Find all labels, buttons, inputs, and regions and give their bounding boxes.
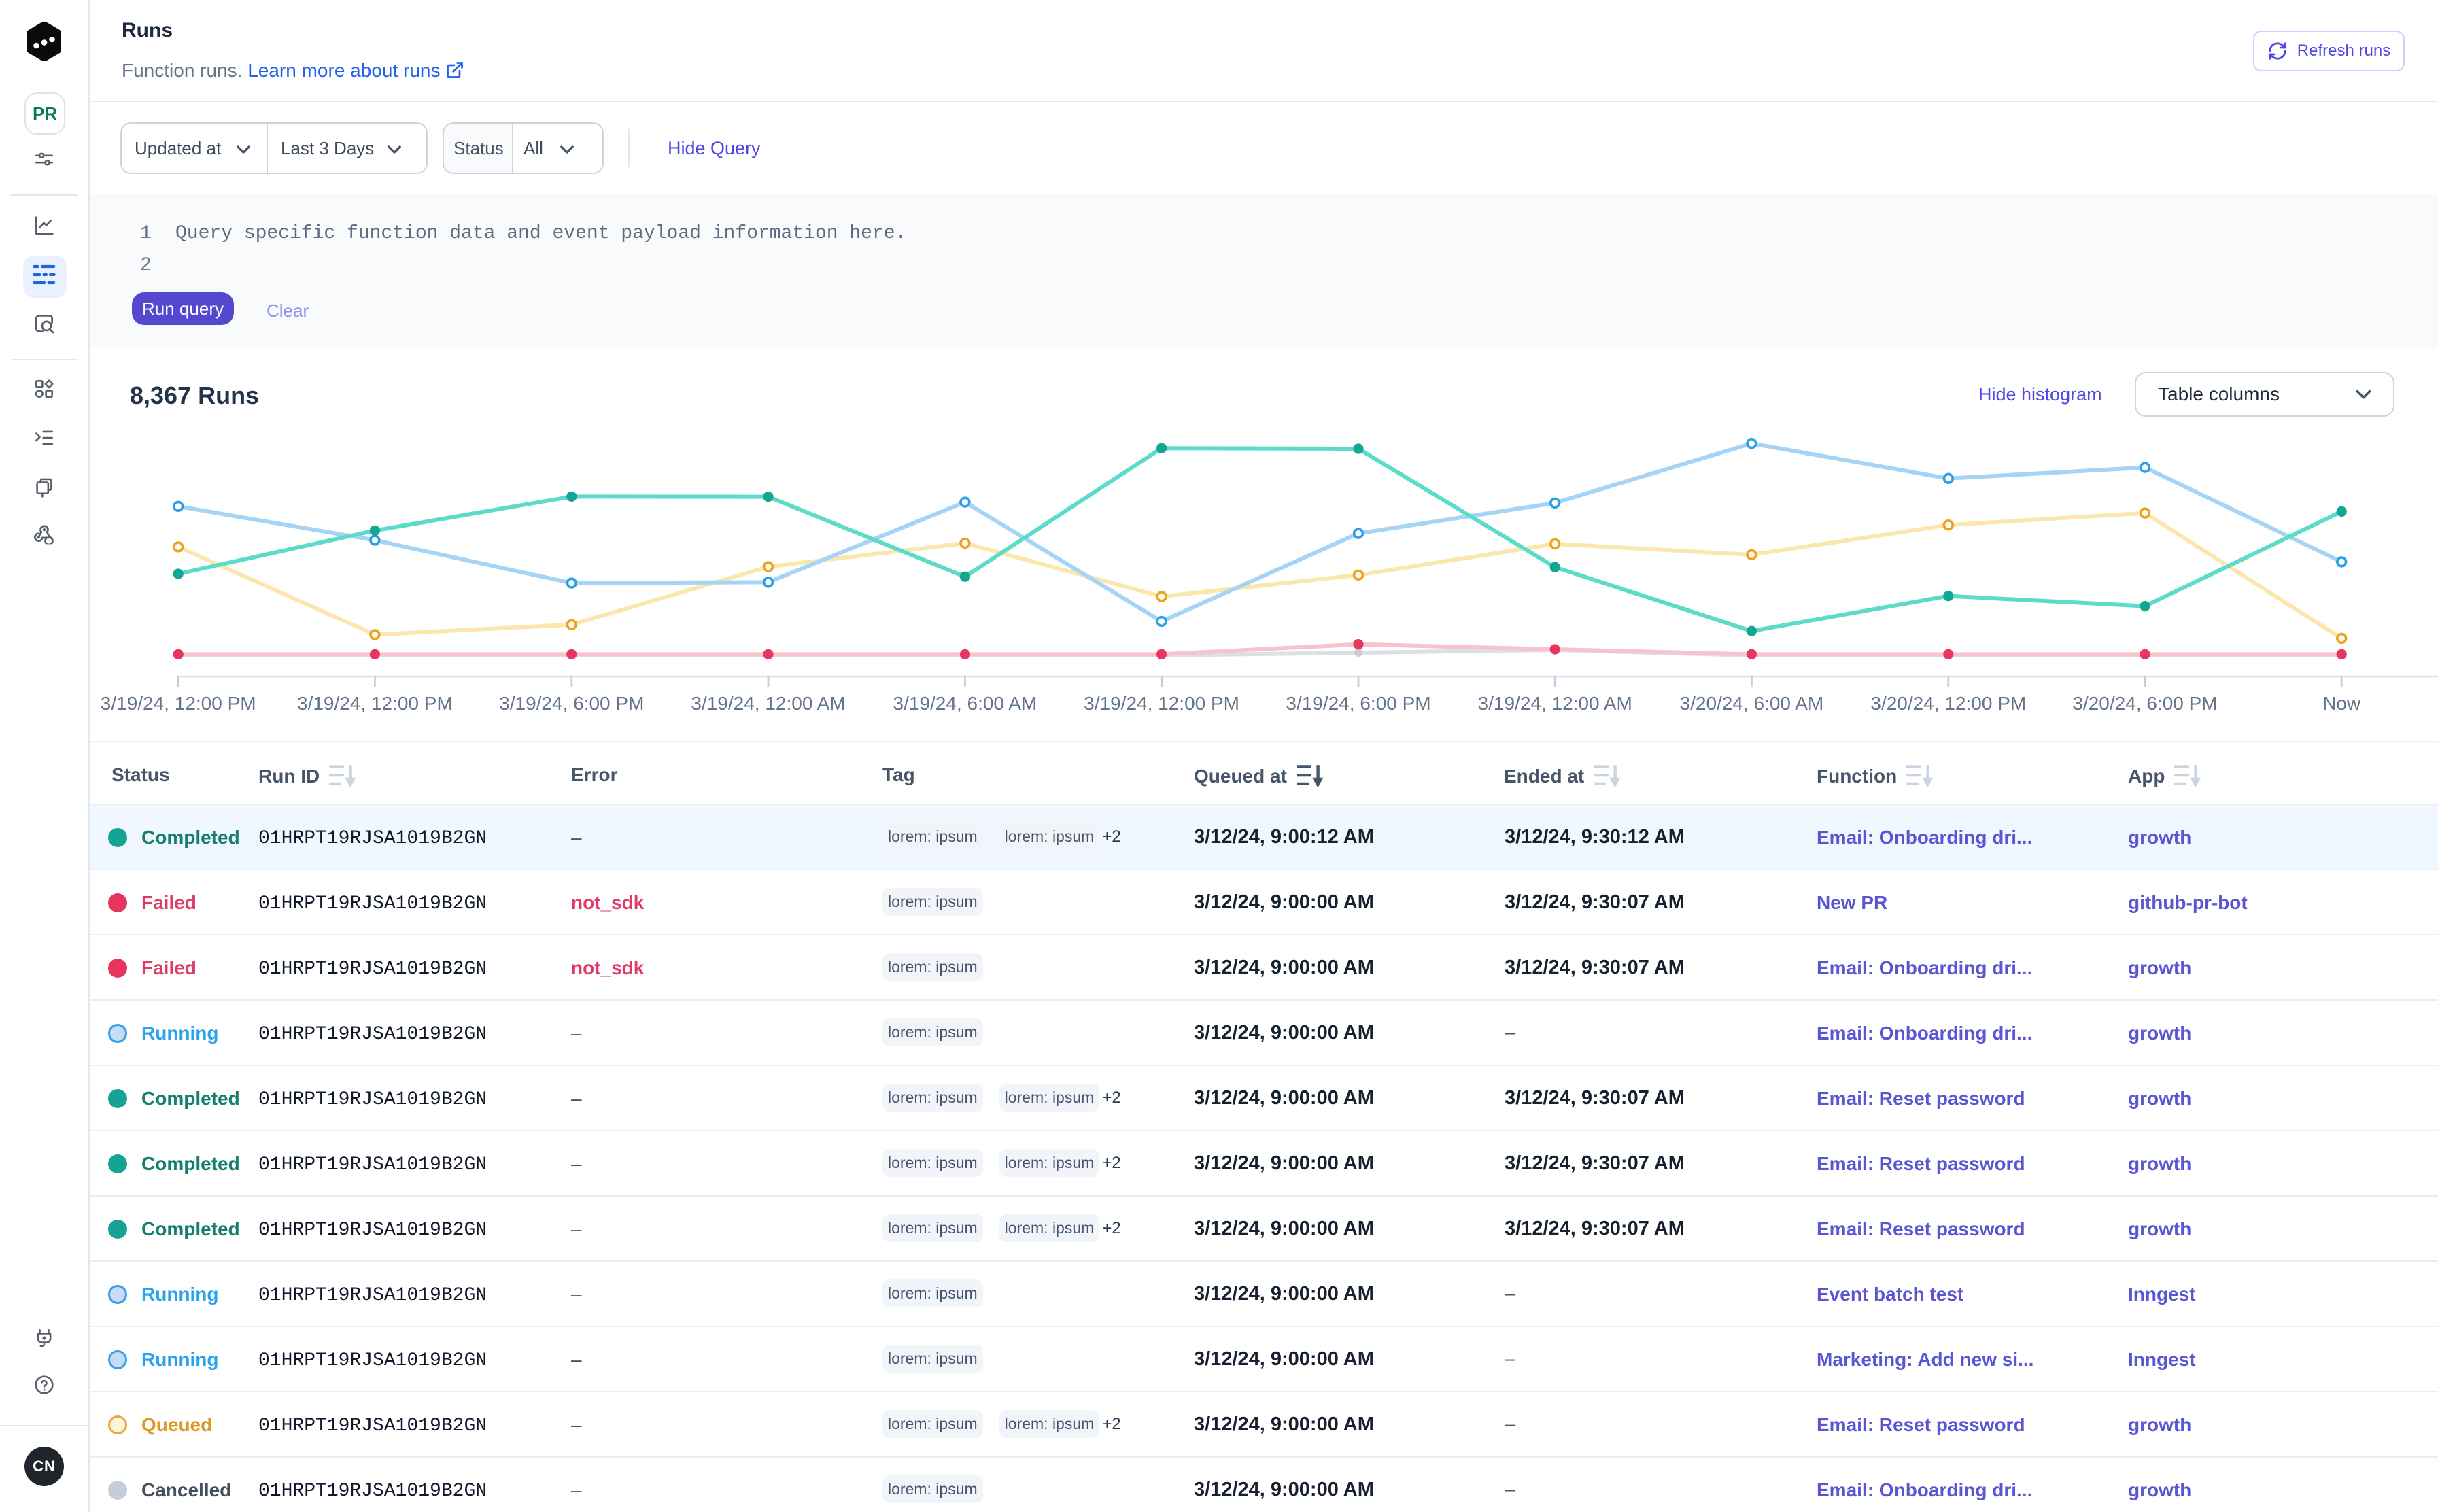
svg-text:3/20/24, 6:00 AM: 3/20/24, 6:00 AM (1680, 693, 1824, 714)
svg-text:3/19/24, 6:00 PM: 3/19/24, 6:00 PM (499, 693, 644, 714)
svg-text:3/19/24, 12:00 PM: 3/19/24, 12:00 PM (1084, 693, 1239, 714)
svg-text:Now: Now (2322, 693, 2361, 714)
svg-text:3/19/24, 6:00 PM: 3/19/24, 6:00 PM (1286, 693, 1430, 714)
svg-text:3/19/24, 12:00 AM: 3/19/24, 12:00 AM (1478, 693, 1632, 714)
svg-text:3/19/24, 6:00 AM: 3/19/24, 6:00 AM (893, 693, 1037, 714)
svg-text:3/19/24, 12:00 PM: 3/19/24, 12:00 PM (101, 693, 256, 714)
svg-text:3/20/24, 12:00 PM: 3/20/24, 12:00 PM (1870, 693, 2026, 714)
svg-text:3/19/24, 12:00 PM: 3/19/24, 12:00 PM (297, 693, 453, 714)
svg-text:3/19/24, 12:00 AM: 3/19/24, 12:00 AM (691, 693, 845, 714)
svg-text:3/20/24, 6:00 PM: 3/20/24, 6:00 PM (2072, 693, 2217, 714)
